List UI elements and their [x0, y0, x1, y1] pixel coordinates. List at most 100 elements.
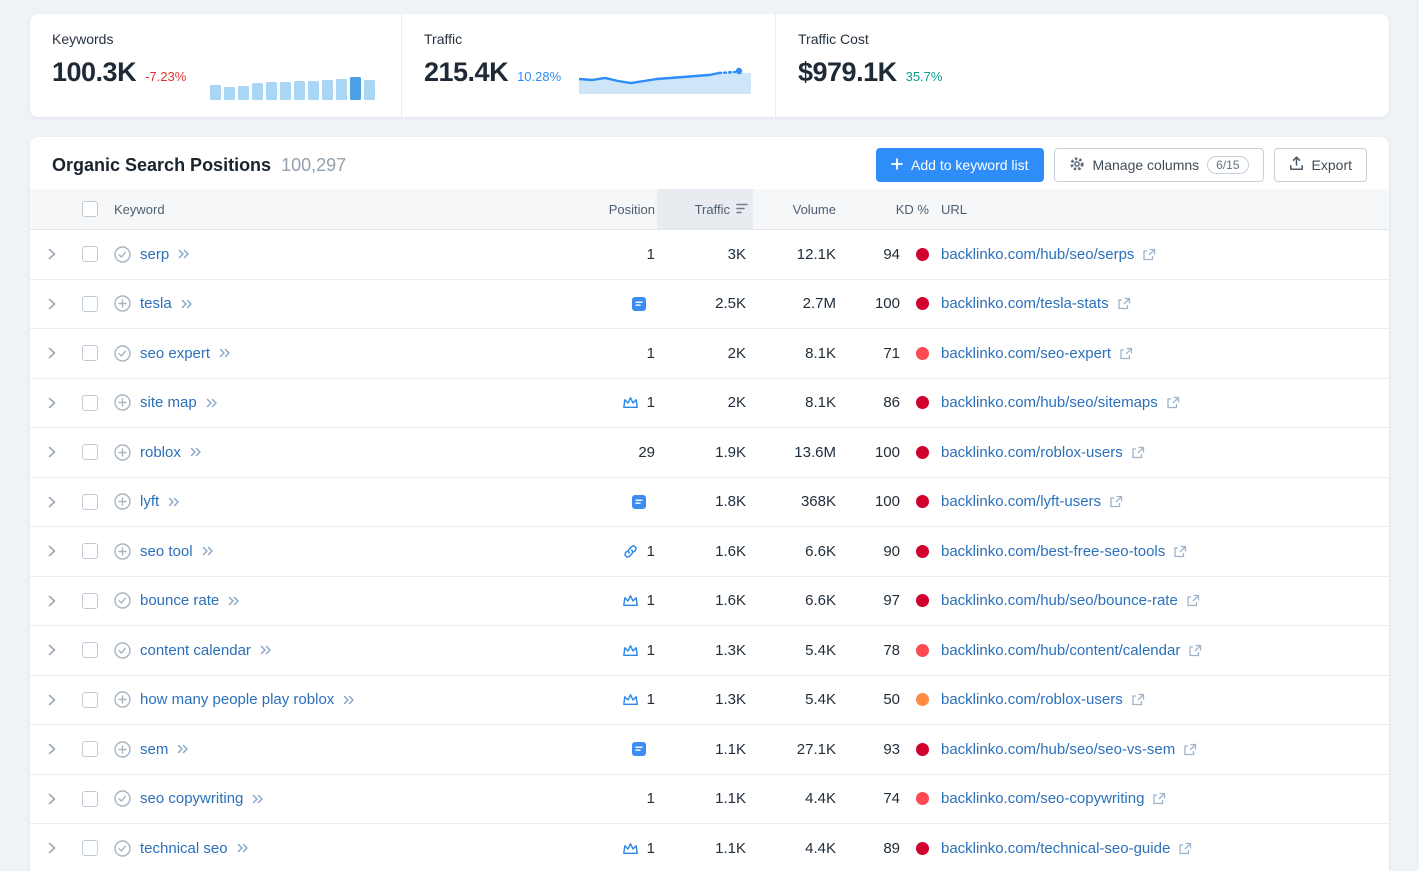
column-header-url[interactable]: URL: [941, 189, 1389, 229]
keyword-link[interactable]: serp: [140, 246, 169, 263]
external-link-icon[interactable]: [1109, 495, 1123, 508]
row-checkbox[interactable]: [82, 692, 98, 708]
serp-double-chevron-icon[interactable]: [178, 249, 190, 259]
external-link-icon[interactable]: [1166, 396, 1180, 409]
external-link-icon[interactable]: [1186, 594, 1200, 607]
external-link-icon[interactable]: [1152, 792, 1166, 805]
row-checkbox[interactable]: [82, 840, 98, 856]
expand-row-button[interactable]: [44, 294, 60, 314]
keyword-link[interactable]: content calendar: [140, 642, 251, 659]
row-checkbox[interactable]: [82, 494, 98, 510]
column-header-kd[interactable]: KD %: [845, 189, 941, 229]
keyword-link[interactable]: seo tool: [140, 543, 193, 560]
url-link[interactable]: backlinko.com/best-free-seo-tools: [941, 543, 1165, 560]
row-checkbox[interactable]: [82, 444, 98, 460]
keyword-link[interactable]: tesla: [140, 295, 172, 312]
row-checkbox[interactable]: [82, 395, 98, 411]
external-link-icon[interactable]: [1178, 842, 1192, 855]
plus-circle-icon[interactable]: [114, 295, 131, 312]
row-checkbox[interactable]: [82, 296, 98, 312]
expand-row-button[interactable]: [44, 541, 60, 561]
serp-double-chevron-icon[interactable]: [181, 299, 193, 309]
row-checkbox[interactable]: [82, 246, 98, 262]
column-header-position[interactable]: Position: [543, 189, 657, 229]
column-header-volume[interactable]: Volume: [753, 189, 845, 229]
plus-circle-icon[interactable]: [114, 493, 131, 510]
row-checkbox[interactable]: [82, 791, 98, 807]
select-all-checkbox[interactable]: [82, 201, 98, 217]
expand-row-button[interactable]: [44, 690, 60, 710]
row-checkbox[interactable]: [82, 642, 98, 658]
url-link[interactable]: backlinko.com/tesla-stats: [941, 295, 1109, 312]
serp-double-chevron-icon[interactable]: [343, 695, 355, 705]
check-circle-icon[interactable]: [114, 592, 131, 609]
external-link-icon[interactable]: [1131, 693, 1145, 706]
check-circle-icon[interactable]: [114, 790, 131, 807]
plus-circle-icon[interactable]: [114, 394, 131, 411]
keyword-link[interactable]: how many people play roblox: [140, 691, 334, 708]
check-circle-icon[interactable]: [114, 246, 131, 263]
keyword-link[interactable]: seo expert: [140, 345, 210, 362]
row-checkbox[interactable]: [82, 741, 98, 757]
keyword-link[interactable]: sem: [140, 741, 168, 758]
row-checkbox[interactable]: [82, 345, 98, 361]
add-to-keyword-list-button[interactable]: Add to keyword list: [876, 148, 1044, 182]
plus-circle-icon[interactable]: [114, 543, 131, 560]
serp-double-chevron-icon[interactable]: [228, 596, 240, 606]
url-link[interactable]: backlinko.com/roblox-users: [941, 691, 1123, 708]
expand-row-button[interactable]: [44, 838, 60, 858]
url-link[interactable]: backlinko.com/technical-seo-guide: [941, 840, 1170, 857]
keyword-link[interactable]: seo copywriting: [140, 790, 243, 807]
plus-circle-icon[interactable]: [114, 691, 131, 708]
check-circle-icon[interactable]: [114, 840, 131, 857]
url-link[interactable]: backlinko.com/hub/seo/serps: [941, 246, 1134, 263]
expand-row-button[interactable]: [44, 343, 60, 363]
external-link-icon[interactable]: [1131, 446, 1145, 459]
url-link[interactable]: backlinko.com/hub/seo/sitemaps: [941, 394, 1158, 411]
serp-double-chevron-icon[interactable]: [260, 645, 272, 655]
url-link[interactable]: backlinko.com/seo-expert: [941, 345, 1111, 362]
manage-columns-button[interactable]: Manage columns 6/15: [1054, 148, 1264, 182]
row-checkbox[interactable]: [82, 543, 98, 559]
url-link[interactable]: backlinko.com/hub/seo/bounce-rate: [941, 592, 1178, 609]
expand-row-button[interactable]: [44, 492, 60, 512]
serp-double-chevron-icon[interactable]: [219, 348, 231, 358]
external-link-icon[interactable]: [1117, 297, 1131, 310]
url-link[interactable]: backlinko.com/seo-copywriting: [941, 790, 1144, 807]
column-header-keyword[interactable]: Keyword: [114, 189, 543, 229]
row-checkbox[interactable]: [82, 593, 98, 609]
keyword-link[interactable]: bounce rate: [140, 592, 219, 609]
url-link[interactable]: backlinko.com/lyft-users: [941, 493, 1101, 510]
external-link-icon[interactable]: [1119, 347, 1133, 360]
plus-circle-icon[interactable]: [114, 741, 131, 758]
keyword-link[interactable]: roblox: [140, 444, 181, 461]
column-header-traffic[interactable]: Traffic: [657, 189, 753, 229]
expand-row-button[interactable]: [44, 393, 60, 413]
serp-double-chevron-icon[interactable]: [252, 794, 264, 804]
serp-double-chevron-icon[interactable]: [206, 398, 218, 408]
export-button[interactable]: Export: [1274, 148, 1367, 182]
check-circle-icon[interactable]: [114, 642, 131, 659]
plus-circle-icon[interactable]: [114, 444, 131, 461]
url-link[interactable]: backlinko.com/hub/content/calendar: [941, 642, 1180, 659]
expand-row-button[interactable]: [44, 442, 60, 462]
external-link-icon[interactable]: [1173, 545, 1187, 558]
serp-double-chevron-icon[interactable]: [190, 447, 202, 457]
external-link-icon[interactable]: [1188, 644, 1202, 657]
expand-row-button[interactable]: [44, 244, 60, 264]
serp-double-chevron-icon[interactable]: [177, 744, 189, 754]
keyword-link[interactable]: technical seo: [140, 840, 228, 857]
external-link-icon[interactable]: [1142, 248, 1156, 261]
keyword-link[interactable]: lyft: [140, 493, 159, 510]
serp-double-chevron-icon[interactable]: [237, 843, 249, 853]
external-link-icon[interactable]: [1183, 743, 1197, 756]
expand-row-button[interactable]: [44, 739, 60, 759]
url-link[interactable]: backlinko.com/roblox-users: [941, 444, 1123, 461]
check-circle-icon[interactable]: [114, 345, 131, 362]
serp-double-chevron-icon[interactable]: [168, 497, 180, 507]
expand-row-button[interactable]: [44, 640, 60, 660]
expand-row-button[interactable]: [44, 789, 60, 809]
url-link[interactable]: backlinko.com/hub/seo/seo-vs-sem: [941, 741, 1175, 758]
expand-row-button[interactable]: [44, 591, 60, 611]
keyword-link[interactable]: site map: [140, 394, 197, 411]
